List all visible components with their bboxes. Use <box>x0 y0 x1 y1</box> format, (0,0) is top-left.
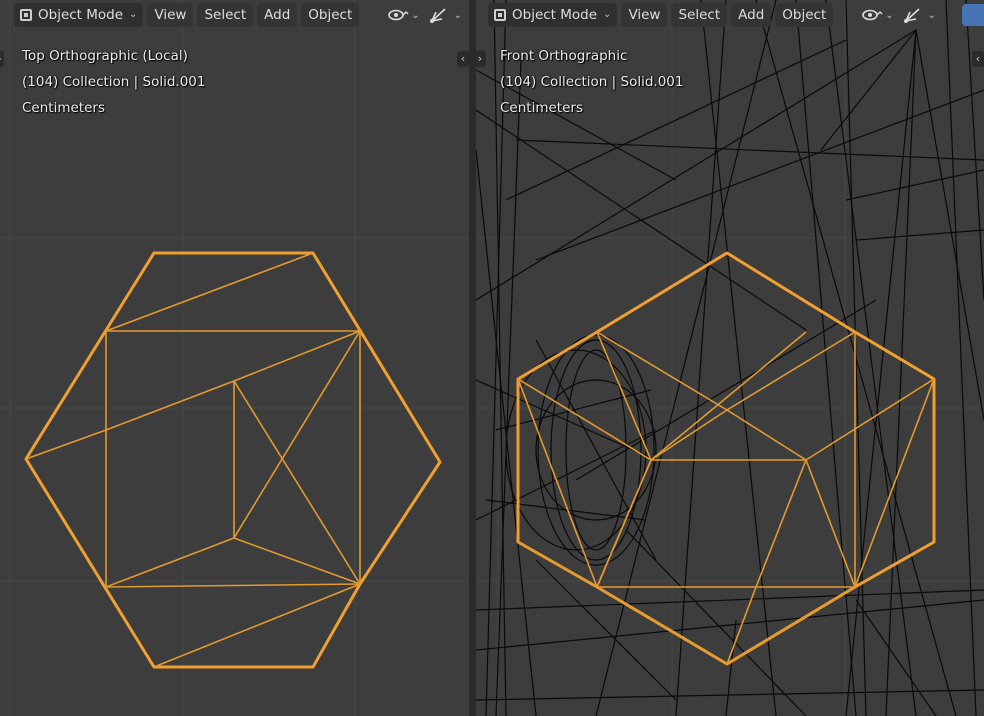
gizmo-dropdown[interactable]: ⌄ <box>424 3 466 27</box>
view-name: Front Orthographic <box>500 48 628 64</box>
object-mode-dropdown[interactable]: Object Mode ⌄ <box>488 3 618 27</box>
eye-icon <box>388 9 409 21</box>
viewport-info-overlay: Top Orthographic (Local) (104) Collectio… <box>22 43 205 121</box>
viewport-shading-button[interactable] <box>962 4 984 26</box>
menu-view[interactable]: View <box>147 3 194 27</box>
collection-info: (104) Collection | Solid.001 <box>22 74 206 90</box>
chevron-down-icon: ⌄ <box>129 9 138 20</box>
chevron-down-icon: ⌄ <box>453 9 463 21</box>
menu-add[interactable]: Add <box>731 3 772 27</box>
object-mode-label: Object Mode <box>512 7 598 23</box>
menu-object[interactable]: Object <box>775 3 834 27</box>
object-mode-dropdown[interactable]: Object Mode ⌄ <box>14 3 144 27</box>
viewport-header: Object Mode ⌄ View Select Add Object ⌄ ⌄ <box>476 0 984 30</box>
menu-object[interactable]: Object <box>301 3 360 27</box>
menu-select[interactable]: Select <box>671 3 728 27</box>
object-mode-icon <box>494 9 506 21</box>
chevron-down-icon: ⌄ <box>885 9 894 21</box>
menu-select[interactable]: Select <box>197 3 254 27</box>
eye-icon <box>862 9 883 21</box>
object-mode-label: Object Mode <box>38 7 124 23</box>
viewport-header: Object Mode ⌄ View Select Add Object ⌄ ⌄ <box>0 0 469 30</box>
gizmo-icon <box>903 8 920 23</box>
chevron-right-icon[interactable]: › <box>476 51 486 67</box>
gizmo-icon <box>429 8 446 23</box>
menu-add[interactable]: Add <box>257 3 298 27</box>
chevron-down-icon: ⌄ <box>411 9 420 21</box>
chevron-left-icon[interactable]: ‹ <box>457 51 469 67</box>
visibility-dropdown[interactable]: ⌄ <box>857 3 897 27</box>
chevron-down-icon: ⌄ <box>927 9 937 21</box>
chevron-down-icon: ⌄ <box>603 9 612 20</box>
chevron-right-icon[interactable]: › <box>0 51 4 67</box>
chevron-left-icon[interactable]: ‹ <box>972 51 984 67</box>
gizmo-dropdown[interactable]: ⌄ <box>898 3 940 27</box>
unit-system: Centimeters <box>500 100 583 116</box>
menu-view[interactable]: View <box>621 3 668 27</box>
unit-system: Centimeters <box>22 100 105 116</box>
viewport-info-overlay: Front Orthographic (104) Collection | So… <box>500 43 683 121</box>
view-name: Top Orthographic (Local) <box>22 48 188 64</box>
visibility-dropdown[interactable]: ⌄ <box>383 3 423 27</box>
collection-info: (104) Collection | Solid.001 <box>500 74 684 90</box>
viewport-splitter[interactable] <box>469 0 476 716</box>
viewport-front-orthographic[interactable]: Object Mode ⌄ View Select Add Object ⌄ ⌄… <box>476 0 984 716</box>
viewport-top-orthographic[interactable]: Object Mode ⌄ View Select Add Object ⌄ ⌄… <box>0 0 469 716</box>
object-mode-icon <box>20 9 32 21</box>
